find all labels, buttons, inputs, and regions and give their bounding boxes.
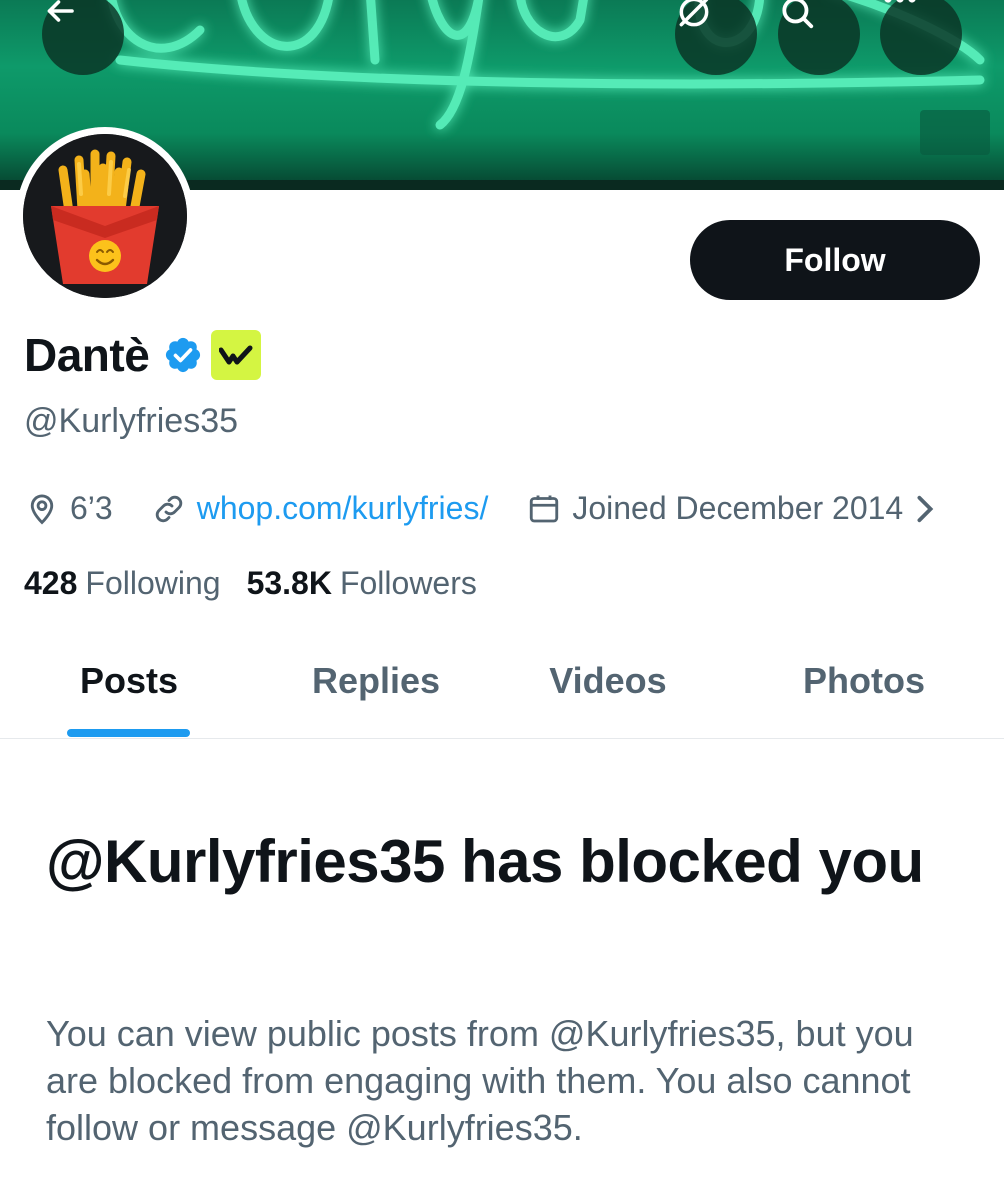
- location-text: 6’3: [70, 490, 113, 526]
- avatar-image: [23, 134, 187, 298]
- tab-posts[interactable]: Posts: [0, 660, 259, 702]
- display-name: Dantè: [24, 329, 150, 381]
- profile-tabs: Posts Replies Videos Photos: [0, 640, 1004, 739]
- french-fries-icon: [23, 134, 187, 298]
- joined-item[interactable]: Joined December 2014: [526, 490, 937, 527]
- verified-badge-icon[interactable]: [163, 335, 203, 375]
- followers-stat[interactable]: 53.8K Followers: [247, 565, 477, 602]
- calendar-icon: [526, 491, 562, 527]
- active-tab-indicator: [67, 729, 190, 737]
- following-label: Following: [85, 565, 221, 601]
- blocked-title: @Kurlyfries35 has blocked you: [46, 828, 924, 895]
- location-item: 6’3: [24, 490, 113, 527]
- chevron-right-icon: [913, 494, 937, 524]
- tab-replies[interactable]: Replies: [246, 660, 506, 702]
- blocked-description: You can view public posts from @Kurlyfri…: [46, 1013, 914, 1148]
- following-stat[interactable]: 428 Following: [24, 565, 221, 602]
- profile-stats-row: 428 Following 53.8K Followers: [24, 565, 477, 602]
- profile-avatar[interactable]: [16, 127, 194, 305]
- profile-meta-row: 6’3 whop.com/kurlyfries/ Joined December…: [24, 490, 937, 527]
- follow-button[interactable]: Follow: [690, 220, 980, 300]
- profile-name-row: Dantè: [24, 328, 262, 382]
- profile-handle: @Kurlyfries35: [24, 402, 239, 440]
- location-pin-icon: [24, 491, 60, 527]
- followers-count: 53.8K: [246, 565, 332, 601]
- tab-videos[interactable]: Videos: [478, 660, 738, 702]
- joined-text: Joined December 2014: [572, 490, 904, 526]
- affiliate-badge-icon[interactable]: [211, 330, 262, 380]
- link-icon: [151, 491, 187, 527]
- website-item[interactable]: whop.com/kurlyfries/: [151, 490, 489, 527]
- followers-label: Followers: [339, 565, 477, 601]
- following-count: 428: [24, 565, 78, 601]
- website-link[interactable]: whop.com/kurlyfries/: [197, 490, 489, 527]
- tab-photos[interactable]: Photos: [734, 660, 994, 702]
